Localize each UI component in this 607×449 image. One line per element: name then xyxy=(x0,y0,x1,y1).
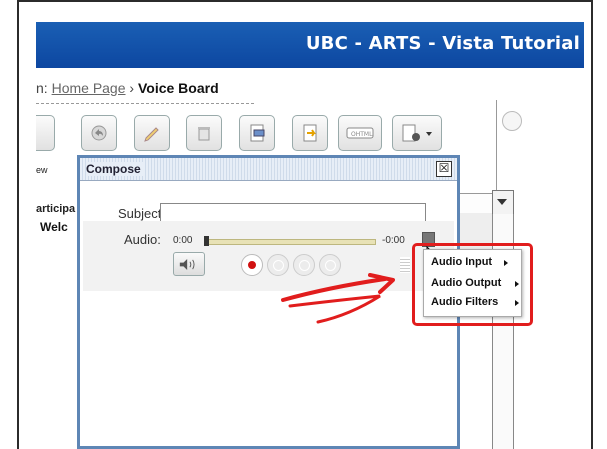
annotation-arrow xyxy=(281,273,395,324)
